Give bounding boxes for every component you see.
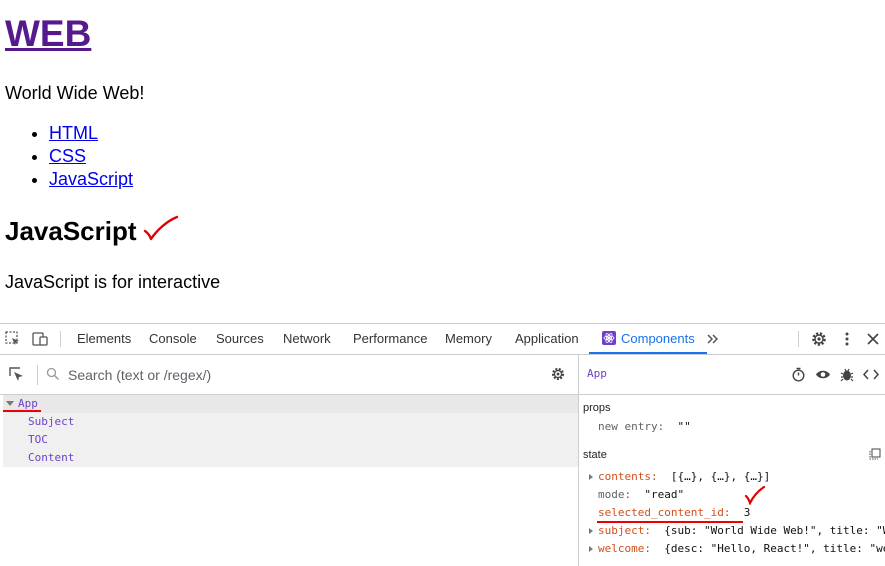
- tab-console[interactable]: Console: [149, 324, 197, 354]
- red-checkmark-annotation: [143, 215, 179, 241]
- tab-sources[interactable]: Sources: [216, 324, 264, 354]
- state-key: contents: [598, 470, 651, 483]
- state-key: selected_content_id: [598, 506, 724, 519]
- toc-item: JavaScript: [49, 168, 133, 191]
- heading-link[interactable]: WEB: [5, 13, 91, 54]
- props-label: props: [583, 402, 611, 414]
- state-value[interactable]: 3: [744, 506, 751, 519]
- state-value: {sub: "World Wide Web!", title: "WEB"}: [664, 524, 885, 537]
- tabbar-divider: [60, 331, 61, 347]
- red-checkmark-annotation: [744, 485, 766, 505]
- state-label: state: [583, 449, 607, 461]
- state-row-subject[interactable]: subject: {sub: "World Wide Web!", title:…: [579, 523, 885, 539]
- tab-performance[interactable]: Performance: [353, 324, 427, 354]
- toc-link-javascript[interactable]: JavaScript: [49, 169, 133, 189]
- search-icon: [46, 367, 59, 380]
- prop-row-new-entry: new entry: "": [598, 420, 691, 433]
- device-toolbar-icon[interactable]: [31, 330, 49, 348]
- state-row-welcome[interactable]: welcome: {desc: "Hello, React!", title: …: [579, 541, 885, 557]
- selected-component-name: App: [587, 367, 607, 380]
- component-search-bar: [0, 355, 578, 395]
- inspector-header: App: [579, 355, 885, 395]
- page-heading: WEB: [5, 12, 91, 56]
- settings-gear-icon[interactable]: [810, 330, 828, 348]
- tab-application[interactable]: Application: [515, 324, 579, 354]
- article-description: JavaScript is for interactive: [5, 272, 221, 292]
- tree-node-toc[interactable]: TOC: [28, 431, 48, 449]
- tab-components-label: Components: [621, 331, 695, 346]
- copy-icon[interactable]: [869, 448, 881, 460]
- component-tree: App Subject TOC Content: [3, 395, 578, 467]
- stopwatch-icon[interactable]: [791, 367, 806, 382]
- state-key: mode: [598, 488, 625, 501]
- expand-triangle-icon[interactable]: [589, 546, 593, 552]
- view-source-icon[interactable]: [863, 367, 879, 382]
- state-value[interactable]: "read": [644, 488, 684, 501]
- toc-link-html[interactable]: HTML: [49, 123, 98, 143]
- state-key: subject: [598, 524, 645, 537]
- tab-elements[interactable]: Elements: [77, 324, 131, 354]
- state-value: {desc: "Hello, React!", title: "welco…: [664, 542, 885, 555]
- state-value: [{…}, {…}, {…}]: [670, 470, 771, 483]
- state-row-mode: mode: "read": [598, 488, 685, 501]
- tree-node-content[interactable]: Content: [28, 449, 74, 467]
- react-components-icon: [602, 331, 616, 345]
- tab-memory[interactable]: Memory: [445, 324, 492, 354]
- tab-components[interactable]: Components: [589, 324, 707, 354]
- eye-icon[interactable]: [815, 367, 831, 382]
- more-tabs-icon[interactable]: [704, 330, 722, 348]
- component-settings-gear-icon[interactable]: [550, 366, 566, 382]
- bug-icon[interactable]: [840, 367, 854, 382]
- tree-node-app[interactable]: App: [3, 395, 578, 413]
- collapse-triangle-icon[interactable]: [6, 401, 14, 406]
- prop-value[interactable]: "": [677, 420, 690, 433]
- toc-item: HTML: [49, 122, 133, 145]
- devtools-tabbar: Elements Console Sources Network Perform…: [0, 324, 885, 355]
- toc-item: CSS: [49, 145, 133, 168]
- component-tree-pane: App Subject TOC Content: [0, 355, 579, 566]
- toc-list: HTML CSS JavaScript: [5, 122, 133, 191]
- search-input[interactable]: [66, 363, 530, 387]
- heading-description: World Wide Web!: [5, 83, 145, 103]
- expand-triangle-icon[interactable]: [589, 528, 593, 534]
- web-page: WEB World Wide Web! HTML CSS JavaScript …: [0, 0, 885, 322]
- article-title: JavaScript: [5, 216, 137, 246]
- devtools-panel: Elements Console Sources Network Perform…: [0, 323, 885, 566]
- prop-key: new entry: [598, 420, 658, 433]
- state-row-selected-content-id: selected_content_id: 3: [598, 506, 751, 519]
- tab-network[interactable]: Network: [283, 324, 331, 354]
- expand-triangle-icon[interactable]: [589, 474, 593, 480]
- tabbar-divider: [798, 331, 799, 347]
- toc-link-css[interactable]: CSS: [49, 146, 86, 166]
- search-divider: [37, 365, 38, 385]
- component-inspector-pane: App props new entry: "" state contents: …: [579, 355, 885, 566]
- tree-node-label: App: [18, 397, 38, 410]
- inspect-element-icon[interactable]: [4, 330, 22, 348]
- red-underline-annotation: [3, 410, 41, 412]
- tree-node-subject[interactable]: Subject: [28, 413, 74, 431]
- state-key: welcome: [598, 542, 645, 555]
- select-component-icon[interactable]: [8, 366, 26, 384]
- more-options-icon[interactable]: [838, 330, 856, 348]
- close-icon[interactable]: [864, 330, 882, 348]
- state-row-contents[interactable]: contents: [{…}, {…}, {…}]: [579, 469, 770, 485]
